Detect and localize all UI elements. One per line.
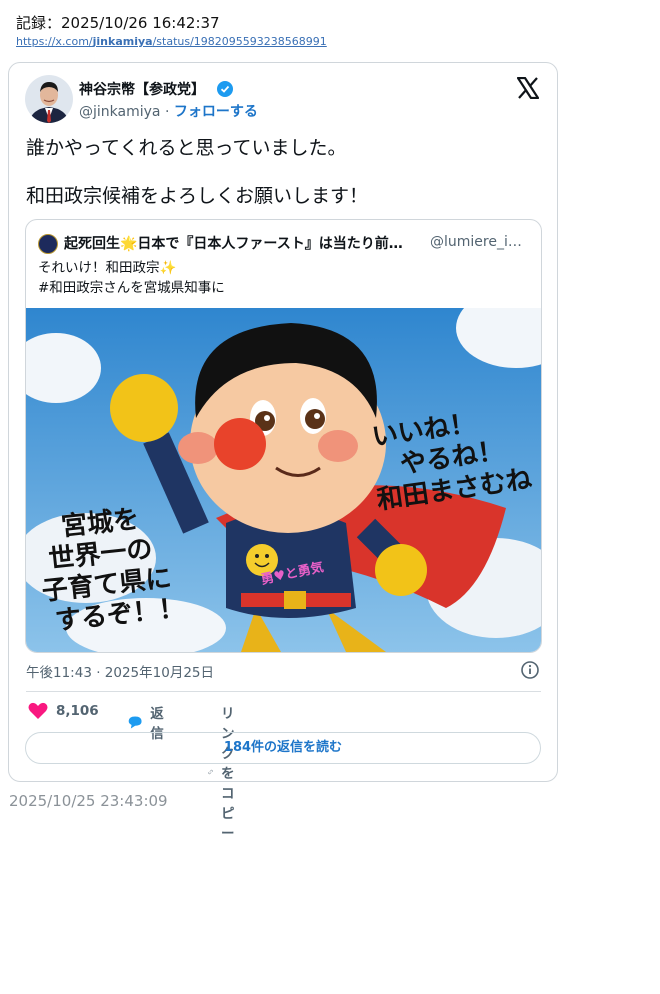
record-label: 記録：2025/10/26 16:42:37	[16, 14, 220, 32]
tweet-card: 神谷宗幣【参政党】 @jinkamiya · フォローする 誰かやってくれると思…	[8, 62, 558, 842]
read-replies-button[interactable]: 184件の返信を読む	[25, 732, 541, 764]
divider	[26, 691, 541, 692]
reply-bubble-icon	[128, 715, 142, 729]
x-logo-icon[interactable]	[516, 76, 540, 103]
footer-timestamp: 2025/10/25 23:43:09	[9, 792, 168, 810]
follow-button[interactable]: フォローする	[174, 104, 258, 120]
link-icon	[208, 769, 213, 775]
heart-icon	[28, 702, 48, 719]
author-name[interactable]: 神谷宗幣【参政党】	[79, 79, 205, 99]
record-link[interactable]: https://x.com/jinkamiya/status/198209559…	[16, 35, 327, 48]
quoted-tweet[interactable]: 起死回生🌟日本で『日本人ファースト』は当たり前… @lumiere_i… それい…	[25, 219, 542, 653]
copy-link-button[interactable]: リンクをコピー	[208, 702, 248, 842]
author-handle[interactable]: @jinkamiya	[79, 104, 160, 120]
handle-row: @jinkamiya · フォローする	[79, 104, 258, 120]
quoted-avatar	[38, 234, 58, 254]
quoted-author-handle: @lumiere_i…	[430, 234, 522, 250]
info-icon[interactable]	[521, 661, 539, 683]
verified-badge-icon	[217, 81, 233, 101]
tweet-text: 誰かやってくれると思っていました。 和田政宗候補をよろしくお願いします！	[26, 137, 369, 207]
quoted-image[interactable]: 勇♥と勇気 宮城を 世界一の 子育て県に するぞ！！ いいね！ やるね！ 和田ま…	[26, 288, 541, 652]
like-button[interactable]: 8,106	[28, 702, 99, 720]
tweet-timestamp[interactable]: 午後11:43 · 2025年10月25日	[26, 661, 214, 681]
like-count: 8,106	[56, 703, 99, 719]
quoted-text: それいけ！和田政宗✨ #和田政宗さんを宮城県知事に	[38, 260, 225, 296]
quoted-author-name: 起死回生🌟日本で『日本人ファースト』は当たり前…	[64, 236, 403, 252]
copy-link-label: リンクをコピー	[221, 706, 235, 842]
avatar[interactable]	[25, 75, 73, 123]
